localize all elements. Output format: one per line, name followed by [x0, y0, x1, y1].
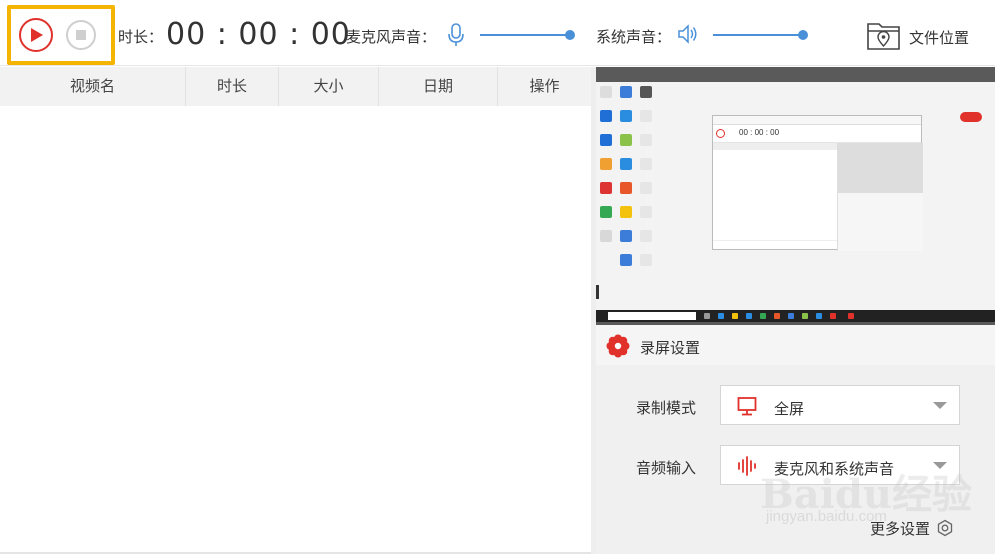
top-toolbar: 时长： 00 : 00 : 00 麦克风声音： 系统声音： 文件位置 [0, 0, 995, 66]
taskbar-icon [760, 313, 766, 319]
taskbar-icon [718, 313, 724, 319]
audio-input-label: 音频输入 [636, 460, 697, 477]
record-mode-label: 录制模式 [636, 400, 697, 417]
desktop-icon [640, 134, 652, 146]
folder-location-icon [867, 23, 900, 50]
mic-volume-knob[interactable] [565, 30, 575, 40]
record-settings-panel: 录制模式 全屏 音频输入 麦克风和系统声音 更多设置 [596, 365, 995, 554]
mic-volume-label: 麦克风声音： [346, 29, 437, 46]
preview-edge-grip [596, 285, 599, 299]
taskbar-icon [732, 313, 738, 319]
column-date[interactable]: 日期 [379, 67, 498, 106]
record-button[interactable] [19, 18, 53, 52]
monitor-icon [737, 397, 757, 416]
taskbar-icon [816, 313, 822, 319]
desktop-icon [600, 134, 612, 146]
preview-toolbar: 00 : 00 : 00 [713, 125, 921, 143]
preview-side-preview [838, 143, 923, 193]
preview-title-bar [713, 116, 921, 125]
record-settings-title: 录屏设置 [640, 340, 701, 357]
microphone-icon[interactable] [447, 22, 465, 48]
desktop-icon [620, 158, 632, 170]
column-size[interactable]: 大小 [279, 67, 379, 106]
column-video-name[interactable]: 视频名 [0, 67, 186, 106]
preview-record-icon [716, 129, 725, 138]
duration-label: 时长： [118, 29, 164, 46]
preview-footer [713, 240, 837, 251]
stop-icon [76, 30, 86, 40]
system-volume-knob[interactable] [798, 30, 808, 40]
preview-timer: 00 : 00 : 00 [739, 128, 780, 137]
taskbar-icon [746, 313, 752, 319]
desktop-icon [600, 158, 612, 170]
desktop-icon [620, 182, 632, 194]
record-mode-value: 全屏 [774, 401, 805, 418]
file-location-label: 文件位置 [909, 30, 970, 47]
desktop-icon [640, 110, 652, 122]
desktop-icon [620, 206, 632, 218]
desktop-icon [600, 110, 612, 122]
speaker-icon[interactable] [676, 22, 700, 46]
settings-cog-icon[interactable] [936, 519, 954, 537]
desktop-icon [600, 230, 612, 242]
desktop-icon [640, 86, 652, 98]
taskbar-icon [802, 313, 808, 319]
record-controls-highlight [7, 5, 115, 65]
preview-desktop: 00 : 00 : 00 [596, 82, 995, 310]
desktop-icon [640, 254, 652, 266]
stop-button[interactable] [66, 20, 96, 50]
desktop-icon [620, 110, 632, 122]
record-mode-select[interactable]: 全屏 [720, 385, 960, 425]
preview-taskbar [596, 310, 995, 322]
desktop-icon [640, 158, 652, 170]
desktop-icon [640, 182, 652, 194]
play-icon [31, 28, 43, 42]
video-table-header: 视频名 时长 大小 日期 操作 [0, 67, 591, 106]
record-settings-header: 录屏设置 [596, 325, 995, 365]
desktop-icon [620, 86, 632, 98]
recorder-floating-badge [960, 112, 982, 122]
system-volume-slider[interactable] [713, 30, 808, 40]
taskbar-icon [788, 313, 794, 319]
column-actions[interactable]: 操作 [498, 67, 591, 106]
desktop-icon [600, 206, 612, 218]
taskbar-icon [704, 313, 710, 319]
screen-preview: 00 : 00 : 00 [596, 67, 995, 325]
sound-wave-icon [738, 456, 756, 476]
video-list [0, 106, 591, 552]
preview-side-panel [837, 143, 923, 251]
preview-taskbar-search [608, 312, 696, 320]
taskbar-icon [830, 313, 836, 319]
file-location-button[interactable]: 文件位置 [866, 18, 981, 52]
desktop-icon [620, 134, 632, 146]
column-duration[interactable]: 时长 [186, 67, 279, 106]
mic-volume-slider[interactable] [480, 30, 575, 40]
baidu-watermark-url: jingyan.baidu.com [766, 508, 887, 525]
taskbar-icon [848, 313, 854, 319]
desktop-icon [640, 230, 652, 242]
desktop-icon [640, 206, 652, 218]
desktop-icon [600, 182, 612, 194]
desktop-icon [600, 86, 612, 98]
preview-table-header [713, 143, 837, 150]
desktop-icon [620, 230, 632, 242]
desktop-icon [620, 254, 632, 266]
recording-timer: 00 : 00 : 00 [166, 17, 351, 52]
taskbar-icon [774, 313, 780, 319]
system-volume-label: 系统声音： [596, 29, 672, 46]
chevron-down-icon [933, 402, 947, 409]
gear-icon [606, 334, 630, 358]
preview-recorder-window: 00 : 00 : 00 [712, 115, 923, 251]
